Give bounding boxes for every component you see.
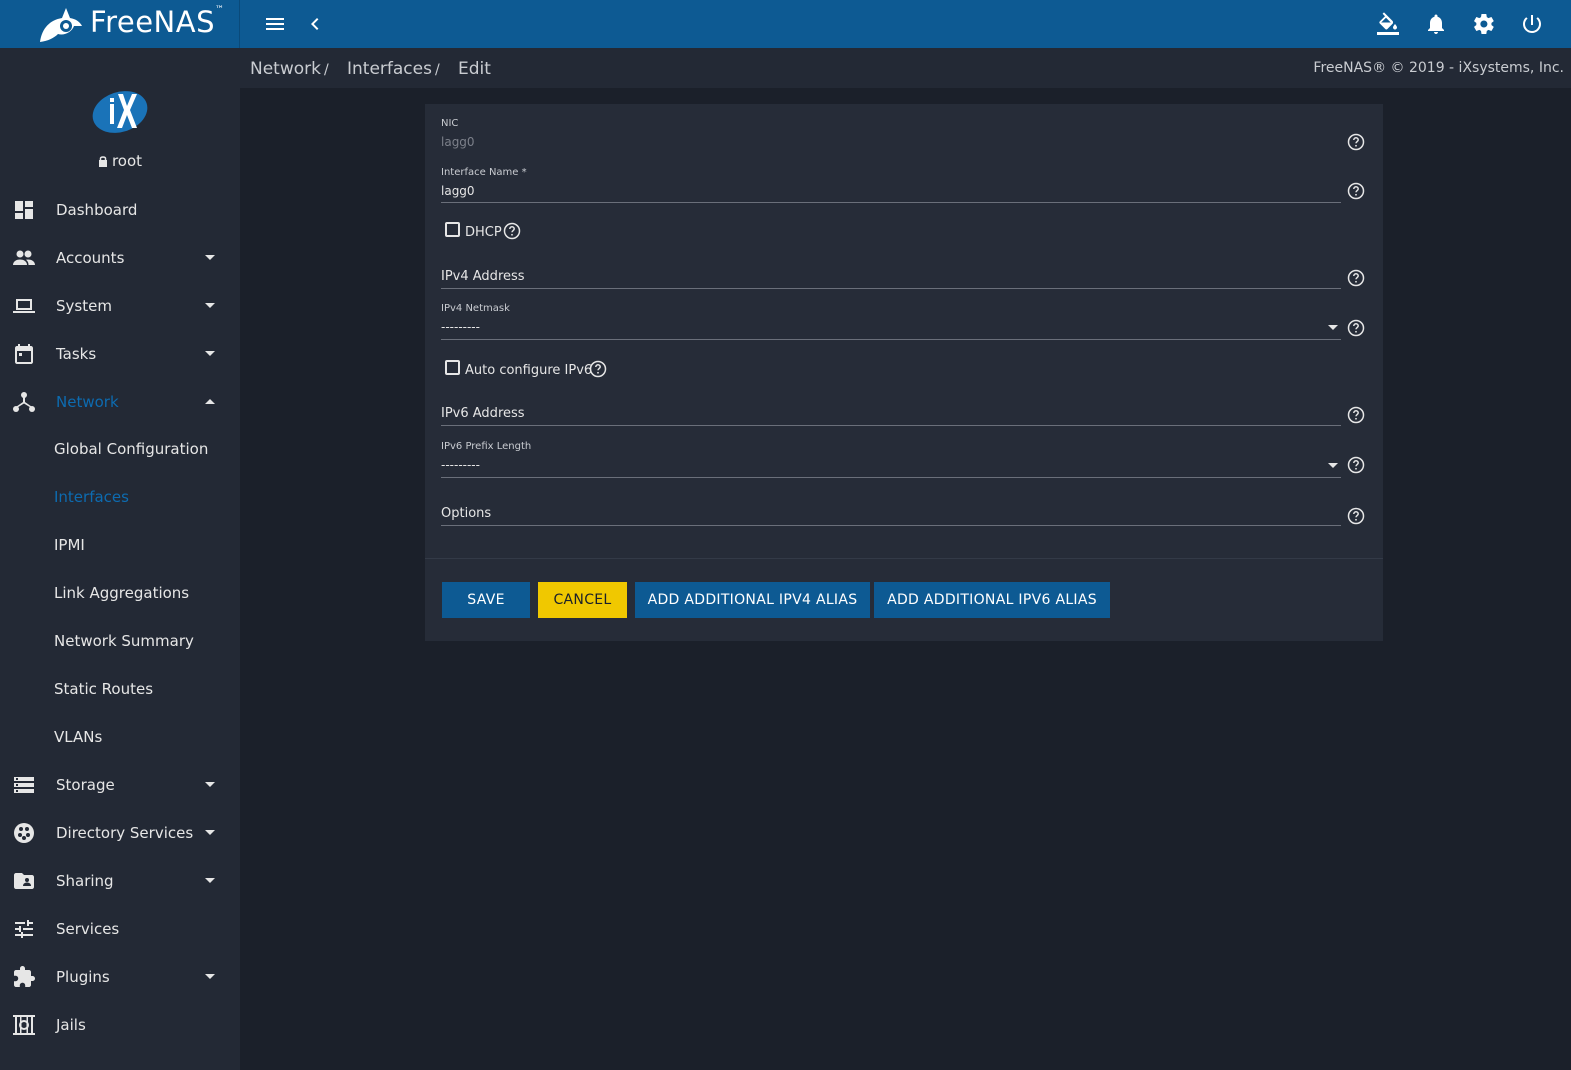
options-input[interactable]: Options [441,506,491,521]
breadcrumb-network[interactable]: Network [250,59,321,79]
bell-icon[interactable] [1424,12,1448,36]
dhcp-checkbox[interactable] [445,222,460,237]
ix-avatar-logo-icon [92,91,148,133]
breadcrumb-interfaces[interactable]: Interfaces [347,59,432,79]
nic-help-icon[interactable] [1347,133,1365,151]
add-ipv4-alias-button[interactable]: ADD ADDITIONAL IPV4 ALIAS [635,582,870,618]
sidebar-item-vlans[interactable]: VLANs [0,714,240,762]
chevron-down-icon [205,255,215,260]
ipv4-address-help-icon[interactable] [1347,269,1365,287]
options-field[interactable]: Options [441,501,1341,527]
network-icon [12,390,36,414]
sidebar-item-jails[interactable]: Jails [0,1001,240,1049]
sidebar-item-network[interactable]: Network [0,378,240,426]
chevron-down-icon [205,782,215,787]
breadcrumb-separator: / [324,62,329,78]
ipv6-address-field[interactable]: IPv6 Address [441,401,1341,427]
ipv4-netmask-help-icon[interactable] [1347,319,1365,337]
sidebar-item-directory-services[interactable]: Directory Services [0,809,240,857]
chevron-down-icon [205,974,215,979]
ipv4-address-field[interactable]: IPv4 Address [441,264,1341,290]
lock-icon [98,156,107,167]
nic-field: NIC lagg0 [441,118,475,149]
breadcrumb: Network / Interfaces / Edit FreeNAS® © 2… [240,48,1571,88]
directory-icon [12,821,36,845]
ipv6-address-help-icon[interactable] [1347,406,1365,424]
chevron-down-icon [205,351,215,356]
freenas-logo[interactable]: FreeNAS™ [0,0,240,48]
sidebar-item-sharing[interactable]: Sharing [0,857,240,905]
user-name: root [0,152,240,170]
chevron-down-icon [205,878,215,883]
chevron-down-icon [205,830,215,835]
puzzle-icon [12,965,36,989]
ipv6-prefix-length-help-icon[interactable] [1347,456,1365,474]
interface-name-help-icon[interactable] [1347,182,1365,200]
chevron-up-icon [205,399,215,404]
save-button[interactable]: SAVE [442,582,530,618]
auto-configure-ipv6-label: Auto configure IPv6 [465,363,593,378]
sidebar-item-storage[interactable]: Storage [0,761,240,809]
brand-name: FreeNAS™ [90,5,225,39]
people-icon [12,246,36,270]
tune-icon [12,917,36,941]
chevron-down-icon [205,303,215,308]
sidebar-item-link-aggregations[interactable]: Link Aggregations [0,570,240,618]
sidebar-item-plugins[interactable]: Plugins [0,953,240,1001]
chevron-down-icon[interactable] [1328,463,1338,468]
cancel-button[interactable]: CANCEL [538,582,627,618]
sharing-folder-icon [12,869,36,893]
sidebar-item-ipmi[interactable]: IPMI [0,522,240,570]
sidebar-item-dashboard[interactable]: Dashboard [0,186,240,234]
interface-edit-form: NIC lagg0 Interface Name * lagg0 DHCP IP… [425,104,1383,641]
auto-configure-ipv6-checkbox[interactable] [445,360,460,375]
sidebar-item-global-configuration[interactable]: Global Configuration [0,426,240,474]
ipv6-prefix-length-select[interactable]: IPv6 Prefix Length --------- [441,441,1341,479]
sidebar: root Dashboard Accounts System Tasks Net… [0,48,240,1070]
auto-configure-ipv6-help-icon[interactable] [589,360,607,378]
breadcrumb-separator: / [435,62,440,78]
laptop-icon [12,294,36,318]
add-ipv6-alias-button[interactable]: ADD ADDITIONAL IPV6 ALIAS [874,582,1110,618]
ipv6-address-input[interactable]: IPv6 Address [441,406,525,421]
jail-icon [12,1013,36,1037]
menu-icon[interactable] [263,12,287,36]
theme-paint-icon[interactable] [1376,12,1400,36]
sidebar-item-interfaces[interactable]: Interfaces [0,474,240,522]
options-help-icon[interactable] [1347,507,1365,525]
freenas-shark-logo-icon [40,8,82,42]
settings-gear-icon[interactable] [1472,12,1496,36]
back-chevron-icon[interactable] [303,12,327,36]
form-divider [425,558,1383,559]
sidebar-item-static-routes[interactable]: Static Routes [0,666,240,714]
ipv4-netmask-select[interactable]: IPv4 Netmask --------- [441,303,1341,341]
sidebar-item-accounts[interactable]: Accounts [0,234,240,282]
sidebar-item-system[interactable]: System [0,282,240,330]
dhcp-help-icon[interactable] [503,222,521,240]
calendar-icon [12,342,36,366]
dhcp-label: DHCP [465,225,502,240]
storage-icon [12,773,36,797]
chevron-down-icon[interactable] [1328,325,1338,330]
power-icon[interactable] [1520,12,1544,36]
interface-name-input[interactable]: lagg0 [441,184,475,198]
interface-name-field[interactable]: Interface Name * lagg0 [441,167,1341,203]
top-bar: FreeNAS™ [0,0,1571,48]
dashboard-icon [12,198,36,222]
sidebar-item-services[interactable]: Services [0,905,240,953]
breadcrumb-edit: Edit [458,59,491,79]
ipv4-address-input[interactable]: IPv4 Address [441,269,525,284]
copyright-text: FreeNAS® © 2019 - iXsystems, Inc. [1313,60,1564,76]
sidebar-item-tasks[interactable]: Tasks [0,330,240,378]
sidebar-item-network-summary[interactable]: Network Summary [0,618,240,666]
